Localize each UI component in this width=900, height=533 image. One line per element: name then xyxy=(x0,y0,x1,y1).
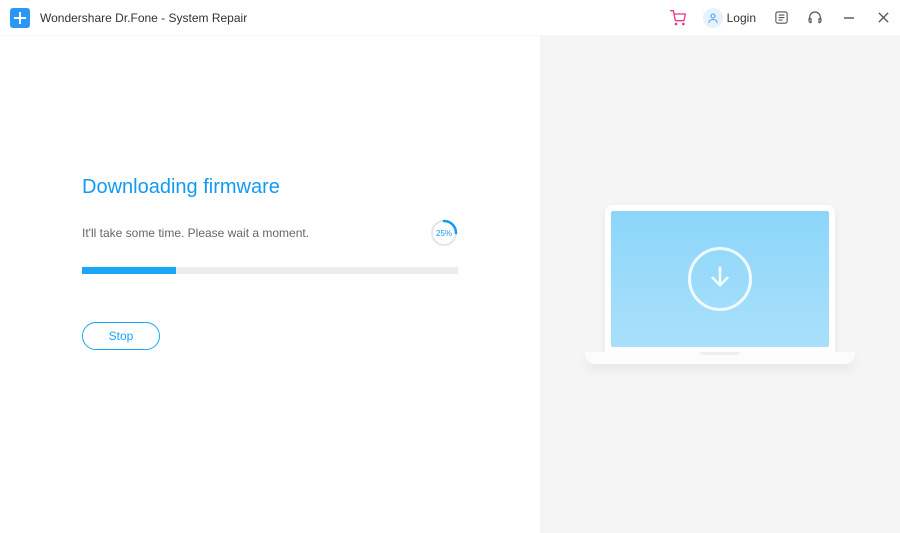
content-area: Downloading firmware It'll take some tim… xyxy=(0,36,900,533)
progress-bar-fill xyxy=(82,267,176,274)
login-button[interactable]: Login xyxy=(703,8,756,28)
stop-button[interactable]: Stop xyxy=(82,322,160,350)
minimize-button[interactable] xyxy=(840,9,858,27)
cart-icon[interactable] xyxy=(669,9,687,27)
progress-percent-label: 25% xyxy=(430,219,458,247)
progress-bar xyxy=(82,267,458,274)
download-icon xyxy=(688,247,752,311)
page-title: Downloading firmware xyxy=(82,176,458,199)
main-panel: Downloading firmware It'll take some tim… xyxy=(0,36,540,533)
feedback-icon[interactable] xyxy=(772,9,790,27)
progress-ring: 25% xyxy=(430,219,458,247)
laptop-base xyxy=(585,352,855,364)
laptop-illustration xyxy=(585,205,855,364)
laptop-screen xyxy=(611,211,829,347)
status-row: It'll take some time. Please wait a mome… xyxy=(82,219,458,247)
laptop-frame xyxy=(605,205,835,353)
illustration-panel xyxy=(540,36,900,533)
titlebar-actions: Login xyxy=(669,8,892,28)
status-text: It'll take some time. Please wait a mome… xyxy=(82,226,309,240)
user-icon xyxy=(703,8,723,28)
support-icon[interactable] xyxy=(806,9,824,27)
app-logo-icon xyxy=(10,8,30,28)
login-label: Login xyxy=(727,11,756,25)
close-button[interactable] xyxy=(874,9,892,27)
window-title: Wondershare Dr.Fone - System Repair xyxy=(40,11,247,25)
titlebar: Wondershare Dr.Fone - System Repair Logi… xyxy=(0,0,900,36)
